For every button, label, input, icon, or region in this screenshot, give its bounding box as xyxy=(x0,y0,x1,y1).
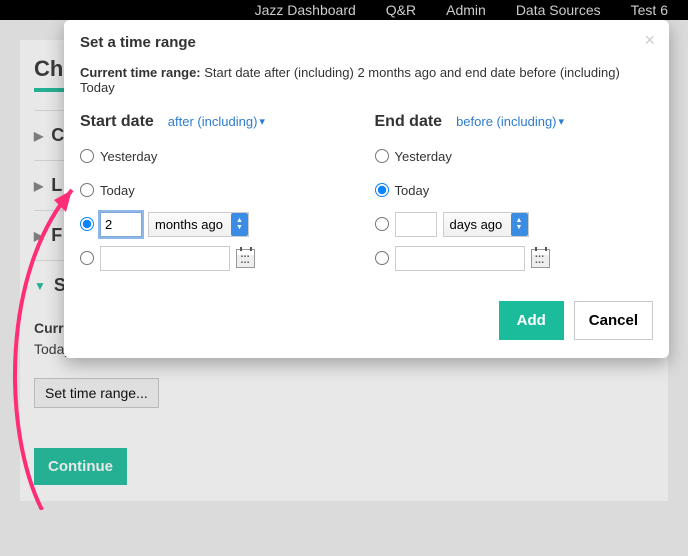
start-yesterday-label[interactable]: Yesterday xyxy=(100,149,157,164)
end-relative-radio[interactable] xyxy=(375,217,389,231)
time-range-modal: × Set a time range Current time range: S… xyxy=(64,20,669,358)
start-today-radio[interactable] xyxy=(80,183,94,197)
start-date-radio[interactable] xyxy=(80,251,94,265)
modal-desc-label: Current time range: xyxy=(80,65,204,80)
start-today-label[interactable]: Today xyxy=(100,183,135,198)
end-yesterday-radio[interactable] xyxy=(375,149,389,163)
add-button[interactable]: Add xyxy=(499,301,564,340)
start-relative-radio[interactable] xyxy=(80,217,94,231)
end-date-radio[interactable] xyxy=(375,251,389,265)
end-date-column: End date before (including) Yesterday To… xyxy=(375,113,654,279)
cancel-button[interactable]: Cancel xyxy=(574,301,653,340)
modal-description: Current time range: Start date after (in… xyxy=(80,65,653,95)
end-today-radio[interactable] xyxy=(375,183,389,197)
end-yesterday-label[interactable]: Yesterday xyxy=(395,149,452,164)
start-date-input[interactable] xyxy=(100,246,230,271)
top-nav: Jazz Dashboard Q&R Admin Data Sources Te… xyxy=(0,0,688,20)
start-relative-value-input[interactable] xyxy=(100,212,142,237)
nav-item-admin[interactable]: Admin xyxy=(446,2,486,18)
end-date-input[interactable] xyxy=(395,246,525,271)
end-today-label[interactable]: Today xyxy=(395,183,430,198)
start-relative-unit-select[interactable]: months ago xyxy=(148,212,249,237)
calendar-icon[interactable]: ▪▪▪▪▪▪ xyxy=(236,249,255,268)
nav-item-test[interactable]: Test 6 xyxy=(631,2,668,18)
modal-title: Set a time range xyxy=(80,34,653,51)
calendar-icon[interactable]: ▪▪▪▪▪▪ xyxy=(531,249,550,268)
end-condition-dropdown[interactable]: before (including) xyxy=(456,114,564,129)
start-date-heading: Start date xyxy=(80,113,154,131)
start-date-column: Start date after (including) Yesterday T… xyxy=(80,113,359,279)
start-yesterday-radio[interactable] xyxy=(80,149,94,163)
end-relative-value-input[interactable] xyxy=(395,212,437,237)
end-date-heading: End date xyxy=(375,113,443,131)
start-condition-dropdown[interactable]: after (including) xyxy=(168,114,265,129)
nav-item-datasources[interactable]: Data Sources xyxy=(516,2,601,18)
nav-item-dashboard[interactable]: Jazz Dashboard xyxy=(255,2,356,18)
close-icon[interactable]: × xyxy=(644,30,655,51)
nav-item-qr[interactable]: Q&R xyxy=(386,2,416,18)
end-relative-unit-select[interactable]: days ago xyxy=(443,212,529,237)
